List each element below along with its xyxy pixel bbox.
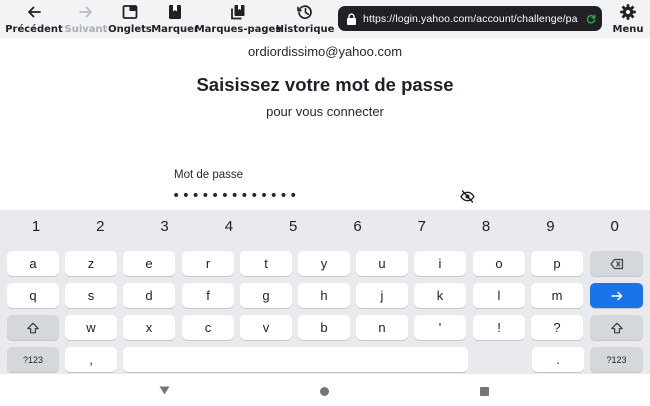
eye-off-icon[interactable] bbox=[460, 190, 475, 203]
letter-key[interactable]: ? bbox=[531, 315, 583, 340]
password-field[interactable]: ••••••••••••• bbox=[172, 188, 299, 204]
back-triangle-icon[interactable] bbox=[159, 386, 170, 395]
number-key-7[interactable]: 7 bbox=[392, 218, 452, 235]
login-page: ordiordissimo@yahoo.com Saisissez votre … bbox=[0, 38, 650, 210]
bookmarks-label: Marques-pages bbox=[194, 24, 282, 35]
letter-key[interactable]: u bbox=[356, 251, 408, 276]
next-button[interactable]: Suivant bbox=[64, 0, 108, 38]
number-key-6[interactable]: 6 bbox=[328, 218, 388, 235]
next-label: Suivant bbox=[64, 24, 108, 35]
letter-key[interactable]: z bbox=[65, 251, 117, 276]
number-key-3[interactable]: 3 bbox=[135, 218, 195, 235]
address-bar[interactable]: https://login.yahoo.com/account/challeng… bbox=[338, 6, 602, 31]
arrow-right-icon bbox=[610, 291, 622, 300]
letter-key[interactable]: x bbox=[123, 315, 175, 340]
letter-key[interactable]: r bbox=[182, 251, 234, 276]
letter-key[interactable]: p bbox=[531, 251, 583, 276]
bookmark-icon bbox=[169, 5, 181, 19]
shift-icon bbox=[27, 322, 39, 333]
number-key-1[interactable]: 1 bbox=[6, 218, 66, 235]
tabs-label: Onglets bbox=[108, 24, 152, 35]
shift-key-right[interactable] bbox=[590, 315, 643, 340]
history-label: Historique bbox=[275, 24, 335, 35]
letter-key[interactable]: m bbox=[531, 283, 583, 308]
reload-icon[interactable] bbox=[586, 14, 596, 24]
gear-icon bbox=[620, 4, 636, 20]
mark-label: Marquer bbox=[151, 24, 199, 35]
menu-label: Menu bbox=[612, 24, 644, 35]
bookmarks-button[interactable]: Marques-pages bbox=[195, 0, 281, 38]
letter-key[interactable]: j bbox=[356, 283, 408, 308]
symbols-key-left[interactable]: ?123 bbox=[7, 347, 59, 372]
number-key-8[interactable]: 8 bbox=[456, 218, 516, 235]
letter-key[interactable]: o bbox=[473, 251, 525, 276]
number-key-9[interactable]: 9 bbox=[520, 218, 580, 235]
browser-toolbar: Précédent Suivant Onglets Marquer Marque… bbox=[0, 0, 650, 38]
letter-key[interactable]: t bbox=[240, 251, 292, 276]
letter-key[interactable]: q bbox=[7, 283, 59, 308]
navigation-bar bbox=[0, 374, 650, 406]
bookmarks-library-icon bbox=[231, 5, 245, 20]
letter-key[interactable]: v bbox=[240, 315, 292, 340]
period-key[interactable]: . bbox=[532, 347, 584, 372]
letter-key[interactable]: ! bbox=[473, 315, 525, 340]
previous-label: Précédent bbox=[5, 24, 63, 35]
letter-key[interactable]: l bbox=[473, 283, 525, 308]
history-icon bbox=[297, 5, 312, 19]
page-title: Saisissez votre mot de passe bbox=[196, 74, 454, 95]
letter-key[interactable]: s bbox=[65, 283, 117, 308]
tabs-button[interactable]: Onglets bbox=[108, 0, 152, 38]
letter-key[interactable]: f bbox=[182, 283, 234, 308]
password-label: Mot de passe bbox=[174, 169, 244, 181]
recents-square-icon[interactable] bbox=[480, 387, 489, 396]
enter-key[interactable] bbox=[590, 283, 643, 308]
account-email[interactable]: ordiordissimo@yahoo.com bbox=[0, 44, 650, 59]
shift-icon bbox=[610, 322, 623, 333]
letter-key[interactable]: i bbox=[414, 251, 466, 276]
number-key-5[interactable]: 5 bbox=[263, 218, 323, 235]
menu-button[interactable]: Menu bbox=[608, 0, 648, 38]
previous-button[interactable]: Précédent bbox=[4, 0, 64, 38]
letter-key[interactable]: n bbox=[356, 315, 408, 340]
letter-key[interactable]: y bbox=[298, 251, 350, 276]
backspace-icon bbox=[609, 258, 623, 269]
on-screen-keyboard: 1234567890 ?123 , . ?123 azertyuiopqsdfg… bbox=[0, 210, 650, 374]
tabs-icon bbox=[122, 5, 138, 19]
letter-key[interactable]: c bbox=[182, 315, 234, 340]
letter-key[interactable]: a bbox=[7, 251, 59, 276]
symbols-key-right[interactable]: ?123 bbox=[590, 347, 643, 372]
arrow-left-icon bbox=[28, 6, 41, 18]
letter-key[interactable]: d bbox=[123, 283, 175, 308]
backspace-key[interactable] bbox=[590, 251, 643, 276]
space-key[interactable] bbox=[123, 347, 468, 372]
lock-icon bbox=[347, 12, 356, 25]
letter-key[interactable]: w bbox=[65, 315, 117, 340]
letter-key[interactable]: b bbox=[298, 315, 350, 340]
number-key-0[interactable]: 0 bbox=[585, 218, 645, 235]
home-circle-icon[interactable] bbox=[320, 387, 329, 396]
url-text: https://login.yahoo.com/account/challeng… bbox=[363, 12, 578, 25]
number-key-2[interactable]: 2 bbox=[70, 218, 130, 235]
letter-key[interactable]: g bbox=[240, 283, 292, 308]
number-key-4[interactable]: 4 bbox=[199, 218, 259, 235]
history-button[interactable]: Historique bbox=[275, 0, 335, 38]
letter-key[interactable]: ' bbox=[414, 315, 466, 340]
arrow-right-icon bbox=[79, 6, 92, 18]
mark-button[interactable]: Marquer bbox=[151, 0, 199, 38]
letter-key[interactable]: e bbox=[123, 251, 175, 276]
letter-key[interactable]: h bbox=[298, 283, 350, 308]
letter-key[interactable]: k bbox=[414, 283, 466, 308]
page-subtitle: pour vous connecter bbox=[266, 104, 384, 119]
shift-key-left[interactable] bbox=[7, 315, 59, 340]
comma-key[interactable]: , bbox=[65, 347, 117, 372]
number-row: 1234567890 bbox=[0, 218, 650, 238]
